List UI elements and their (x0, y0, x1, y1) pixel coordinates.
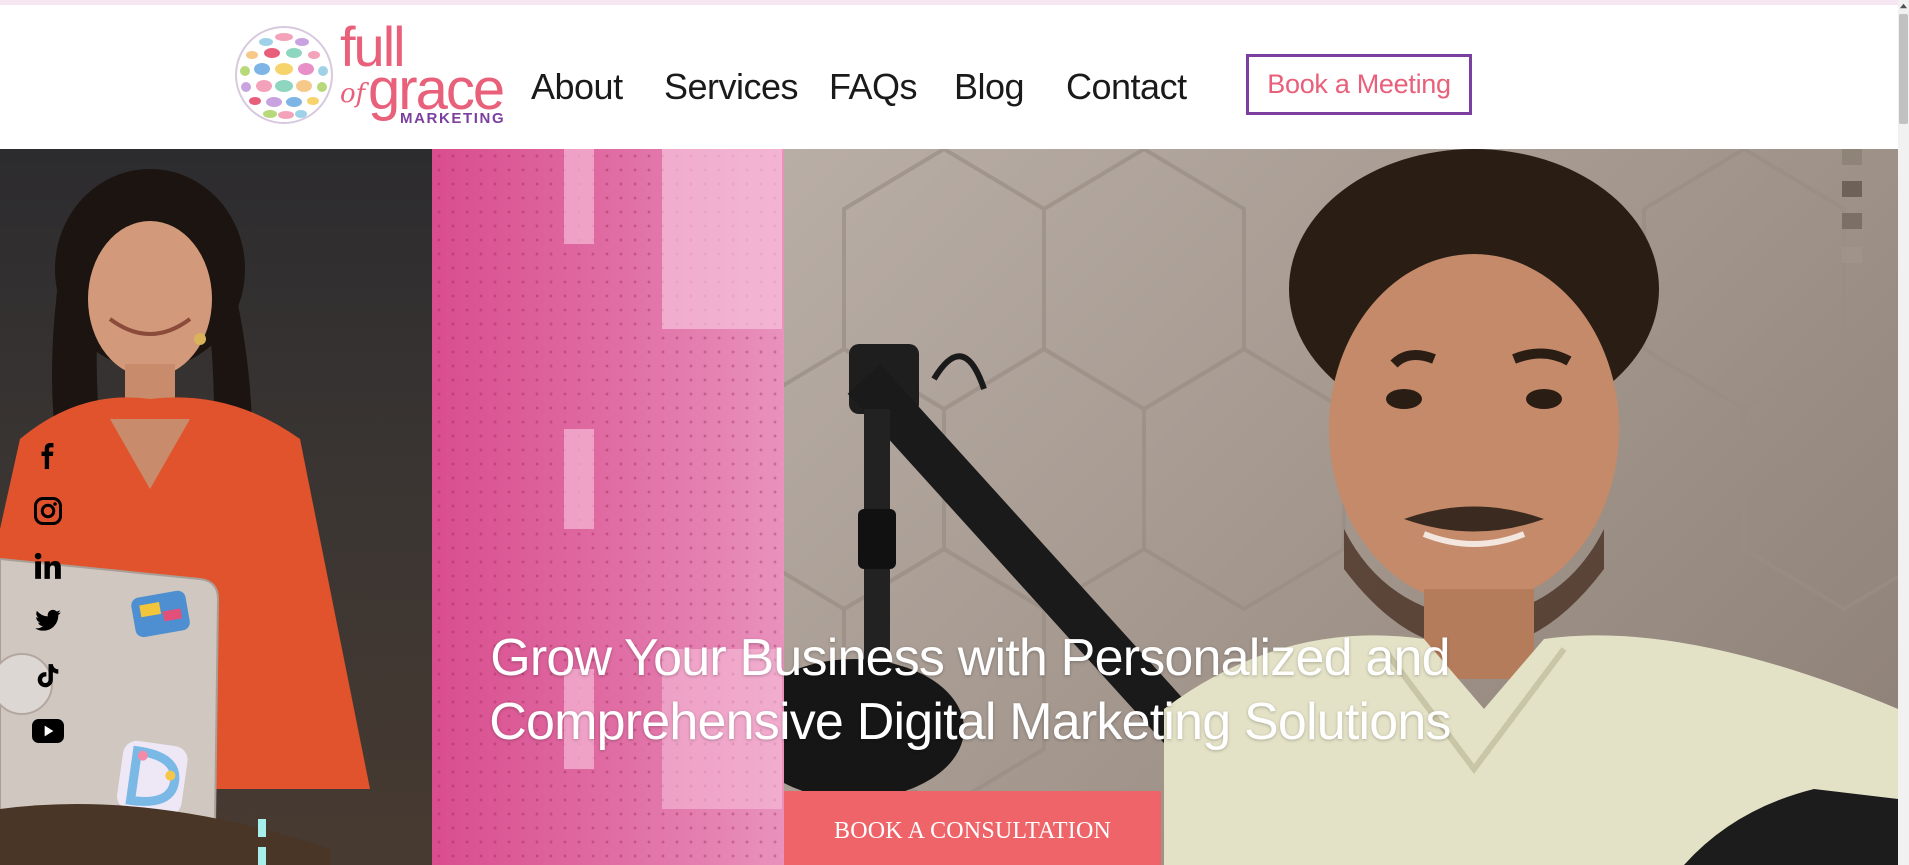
nav-about[interactable]: About (531, 65, 623, 109)
logo-text-marketing: MARKETING (400, 110, 506, 127)
brand-logo[interactable]: full of grace MARKETING (234, 19, 509, 131)
book-meeting-button[interactable]: Book a Meeting (1246, 54, 1472, 115)
instagram-icon[interactable] (32, 495, 64, 527)
hero-headline-line2: Comprehensive Digital Marketing Solution… (489, 693, 1451, 751)
nav-faqs[interactable]: FAQs (829, 65, 918, 109)
nav-blog[interactable]: Blog (954, 65, 1025, 109)
facebook-icon[interactable] (32, 440, 64, 472)
site-header: full of grace MARKETING About Services F… (0, 5, 1898, 149)
nav-contact[interactable]: Contact (1066, 65, 1187, 109)
nav-services[interactable]: Services (664, 65, 799, 109)
hero-video-left (0, 149, 432, 865)
man-with-microphone-image (742, 149, 1898, 865)
hero-video-right (742, 149, 1898, 865)
logo-globe-icon (235, 26, 333, 124)
twitter-icon[interactable] (32, 605, 64, 637)
pink-wall-shapes (564, 149, 782, 809)
woman-at-laptop-image (0, 169, 370, 865)
tiktok-icon[interactable] (32, 660, 64, 692)
scrollbar-thumb[interactable] (1899, 14, 1908, 124)
hero-section: Grow Your Business with Personalized and… (0, 149, 1898, 865)
youtube-icon[interactable] (32, 715, 64, 747)
hero-headline-line1: Grow Your Business with Personalized and (490, 629, 1450, 687)
linkedin-icon[interactable] (32, 550, 64, 582)
scroll-up-arrow-icon[interactable] (1899, 2, 1908, 11)
page-scrollbar[interactable] (1898, 0, 1909, 865)
hero-headline: Grow Your Business with Personalized and… (420, 626, 1520, 754)
book-consultation-button[interactable]: BOOK A CONSULTATION (784, 791, 1161, 865)
logo-text-of: of (340, 79, 366, 109)
